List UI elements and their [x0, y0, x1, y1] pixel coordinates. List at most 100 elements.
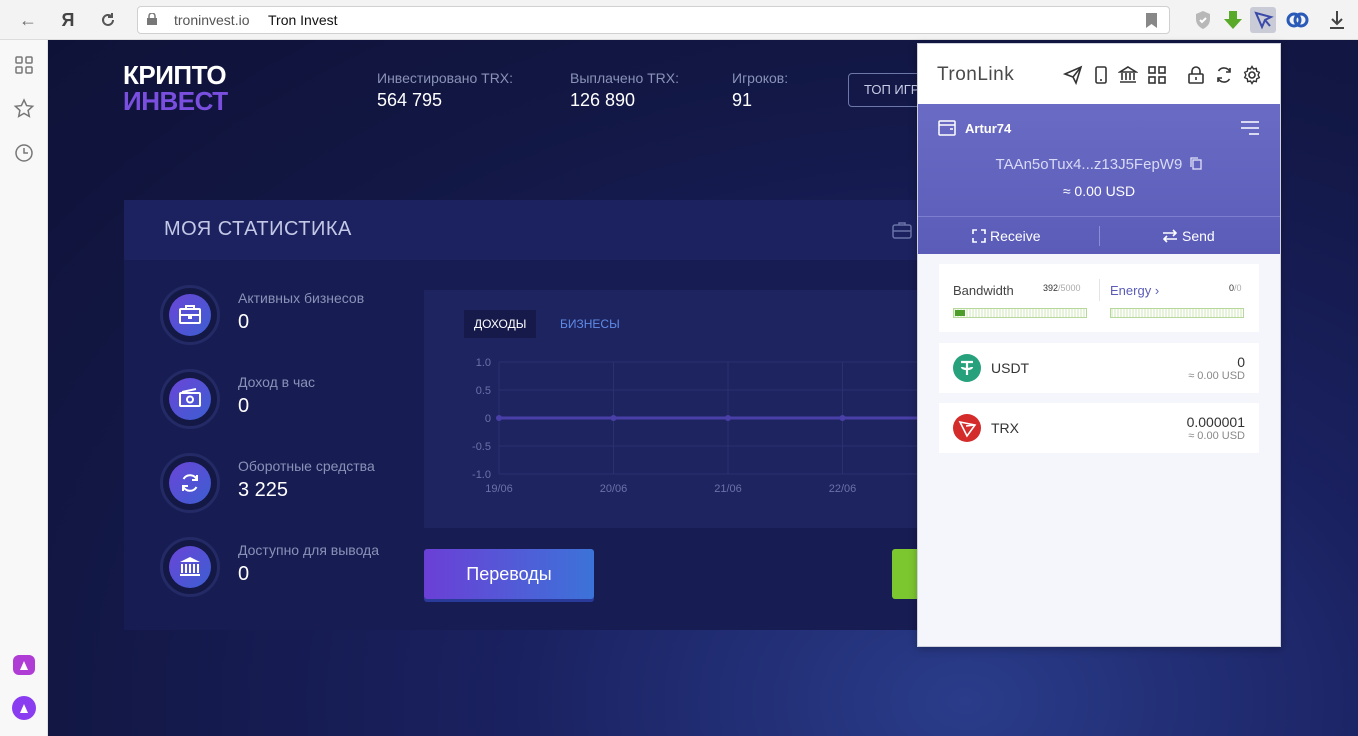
energy-total: /0 [1234, 283, 1242, 293]
energy-value: 0/0 [1229, 283, 1242, 293]
bank-icon [180, 557, 200, 576]
send-label: Send [1182, 228, 1215, 244]
shield-extension-icon[interactable] [1190, 7, 1216, 33]
transfers-button[interactable]: Переводы [424, 549, 594, 599]
tronlink-extension-button[interactable] [1250, 7, 1276, 33]
stat-value: 0 [238, 563, 250, 585]
header-stat-label: Выплачено TRX: [570, 70, 680, 86]
apps-grid-icon[interactable] [12, 53, 36, 77]
apps-grid-icon[interactable] [1147, 65, 1167, 85]
y-tick-label: -0.5 [472, 441, 491, 453]
vpn-extension-icon[interactable] [1284, 7, 1310, 33]
divider [1099, 226, 1100, 246]
data-point [610, 415, 617, 421]
bandwidth-bar [953, 308, 1087, 318]
site-logo[interactable]: КРИПТО ИНВЕСТ [123, 62, 228, 114]
receive-button[interactable]: Receive [972, 228, 1041, 244]
data-point [496, 415, 502, 421]
header-stat-label: Инвестировано TRX: [377, 70, 514, 86]
header-stat-paid: Выплачено TRX: 126 890 [570, 70, 679, 111]
scan-frame-icon [972, 229, 986, 243]
download-extension-icon[interactable] [1220, 7, 1246, 33]
star-icon[interactable] [12, 97, 36, 121]
browser-brand-logo[interactable]: Я [56, 8, 80, 32]
briefcase-icon [892, 222, 912, 239]
x-tick-label: 20/06 [600, 483, 628, 495]
token-row-usdt[interactable]: USDT 0 ≈ 0.00 USD [939, 343, 1259, 393]
panel-header: МОЯ СТАТИСТИКА [124, 200, 924, 260]
history-clock-icon[interactable] [12, 141, 36, 165]
lock-icon [147, 13, 157, 25]
reload-icon[interactable] [96, 8, 120, 32]
home-bank-icon[interactable] [1118, 65, 1138, 85]
browser-toolbar: ← Я troninvest.io Tron Invest [0, 0, 1358, 40]
tronlink-cursor-icon [1254, 11, 1274, 30]
stat-income-per-hour: Доход в час 0 [160, 369, 420, 429]
briefcase-icon [179, 305, 201, 324]
energy-bar [1110, 308, 1244, 318]
copy-icon[interactable] [1190, 157, 1203, 170]
address-bar[interactable]: troninvest.io Tron Invest [137, 6, 1170, 34]
header-stat-value: 126 890 [570, 90, 636, 110]
token-row-trx[interactable]: TRX 0.000001 ≈ 0.00 USD [939, 403, 1259, 453]
account-address: TAAn5oTux4...z13J5FepW9 [995, 156, 1183, 173]
browser-sidebar [0, 40, 48, 736]
energy-link[interactable]: Energy › [1110, 283, 1159, 298]
wallet-icon [938, 120, 956, 136]
page-title: Tron Invest [268, 12, 338, 28]
send-button[interactable]: Send [1162, 228, 1215, 244]
stat-value: 0 [238, 395, 250, 417]
receive-label: Receive [990, 228, 1041, 244]
back-arrow-icon[interactable]: ← [16, 8, 40, 32]
stat-value: 3 225 [238, 479, 289, 501]
divider [918, 216, 1280, 217]
x-tick-label: 21/06 [714, 483, 742, 495]
downloads-icon[interactable] [1324, 7, 1350, 33]
resources-card: Bandwidth 392/5000 Energy › 0/0 [939, 264, 1259, 332]
bookmark-icon[interactable] [1146, 13, 1157, 28]
data-point [725, 415, 731, 421]
tronlink-popup: TronLink Artur74 TAAn5oTux4...z13J5FepW9… [917, 43, 1281, 647]
panel-title: МОЯ СТАТИСТИКА [164, 218, 352, 240]
alice-station-icon[interactable] [12, 652, 36, 676]
header-stat-invested: Инвестировано TRX: 564 795 [377, 70, 513, 111]
tronlink-header: TronLink [918, 44, 1280, 104]
stat-icon-circle [169, 462, 211, 504]
account-address-row[interactable]: TAAn5oTux4...z13J5FepW9 [918, 156, 1280, 173]
header-stat-value: 564 795 [377, 90, 443, 110]
bandwidth-used: 392 [1043, 283, 1059, 293]
logo-line-1: КРИПТО [123, 60, 227, 90]
stat-icon-circle [169, 378, 211, 420]
bandwidth-total: /5000 [1058, 283, 1081, 293]
stat-working-capital: Оборотные средства 3 225 [160, 453, 420, 513]
tronlink-logo: TronLink [937, 64, 1015, 85]
my-stats-panel: МОЯ СТАТИСТИКА Активных бизнесов 0 Доход… [124, 200, 924, 630]
bandwidth-fill [955, 310, 965, 316]
header-stat-label: Игроков: [732, 70, 789, 86]
send-plane-icon[interactable] [1063, 65, 1083, 85]
settings-gear-icon[interactable] [1242, 65, 1262, 85]
trx-token-icon [953, 414, 981, 442]
stat-label: Доступно для вывода [238, 542, 380, 558]
money-icon [179, 388, 201, 407]
refresh-icon[interactable] [1214, 65, 1234, 85]
header-stat-value: 91 [732, 90, 753, 110]
token-name: USDT [991, 360, 1030, 376]
y-tick-label: 0.5 [476, 385, 491, 397]
lock-icon[interactable] [1186, 65, 1206, 85]
token-amount: 0.000001 [1186, 414, 1245, 430]
divider [1099, 279, 1100, 301]
income-chart-box: ДОХОДЫ БИЗНЕСЫ 1.0 0.5 0 -0.5 -1.0 19/06 20/06… [424, 290, 924, 528]
chevron-right-icon: › [1154, 283, 1160, 298]
stat-icon-circle [169, 546, 211, 588]
stat-icon-circle [169, 294, 211, 336]
token-usd-value: ≈ 0.00 USD [1188, 430, 1245, 442]
account-card: Artur74 TAAn5oTux4...z13J5FepW9 ≈ 0.00 U… [918, 104, 1280, 254]
x-tick-label: 19/06 [485, 483, 513, 495]
income-chart: 1.0 0.5 0 -0.5 -1.0 19/06 20/06 21/06 22/06 [472, 357, 924, 495]
mobile-icon[interactable] [1091, 65, 1111, 85]
menu-icon[interactable] [1240, 121, 1260, 135]
y-tick-label: -1.0 [472, 469, 491, 481]
account-name[interactable]: Artur74 [965, 121, 1011, 136]
alice-assistant-icon[interactable] [12, 696, 36, 720]
